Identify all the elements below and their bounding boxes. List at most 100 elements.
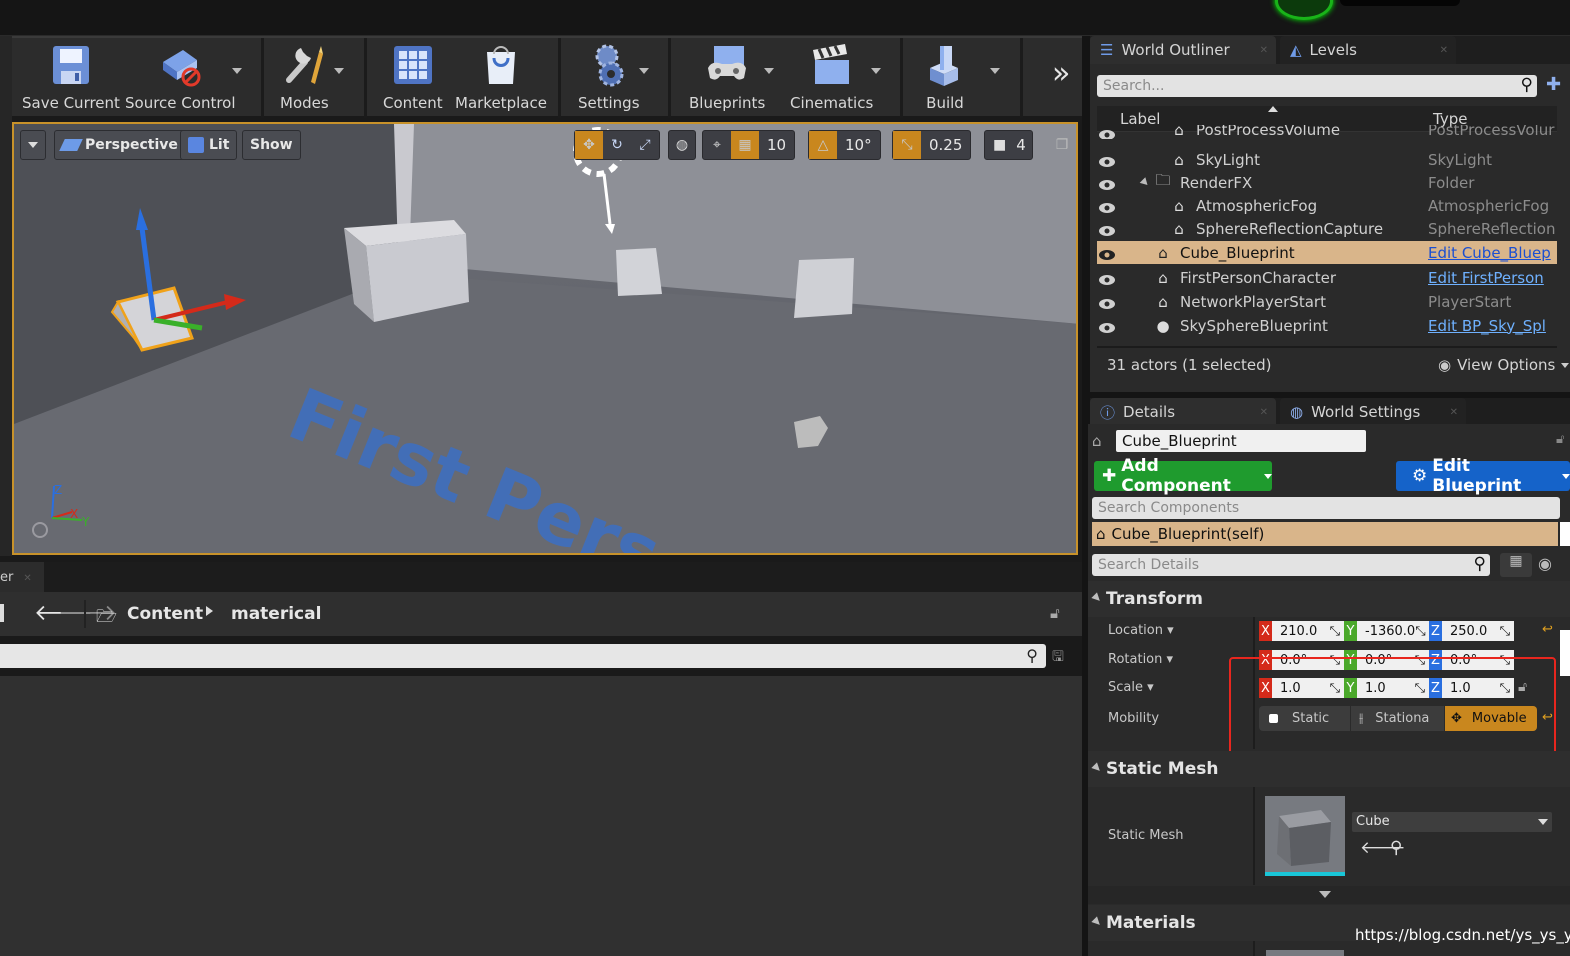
surface-snap-icon[interactable]: ⌖	[703, 137, 731, 153]
close-icon[interactable]: ✕	[1260, 45, 1268, 56]
visibility-eye-icon[interactable]	[1097, 320, 1117, 333]
scrollbar[interactable]	[1560, 522, 1570, 546]
breadcrumb-separator-icon[interactable]	[206, 606, 213, 616]
build-chevron-down-icon[interactable]	[990, 68, 1000, 74]
outliner-row[interactable]: ⌂ Cube_Blueprint Edit Cube_Bluep	[1097, 241, 1557, 264]
expand-icon[interactable]	[1139, 177, 1151, 188]
modes-chevron-down-icon[interactable]	[334, 68, 344, 74]
search-details-input[interactable]: Search Details ⚲	[1092, 554, 1490, 576]
content-browser-tab[interactable]: er ✕	[0, 562, 44, 592]
add-component-button[interactable]: ✚ Add Component	[1094, 456, 1272, 496]
scale-mode-icon[interactable]: ⤢	[631, 137, 659, 153]
browse-search-icon[interactable]: ⚲	[1390, 838, 1402, 858]
close-icon[interactable]: ✕	[23, 573, 31, 584]
settings-button[interactable]: Settings	[578, 42, 640, 114]
tab-details[interactable]: ⓘ Details ✕	[1090, 398, 1276, 426]
material-thumbnail[interactable]	[1266, 950, 1344, 956]
reset-to-default-icon[interactable]: ↩	[1542, 622, 1553, 637]
tab-world-settings[interactable]: ◍ World Settings ✕	[1280, 398, 1466, 426]
visibility-eye-icon[interactable]	[1097, 223, 1117, 236]
blueprints-chevron-down-icon[interactable]	[764, 68, 774, 74]
details-scrollbar-thumb[interactable]	[1560, 630, 1570, 676]
rotate-mode-icon[interactable]: ↻	[603, 137, 631, 153]
outliner-row[interactable]: ⌂ SphereReflectionCapture SphereReflection…	[1097, 217, 1557, 240]
visibility-eye-icon[interactable]	[1097, 200, 1117, 213]
property-matrix-icon[interactable]: ▦	[1500, 553, 1532, 577]
rotation-label[interactable]: Rotation ▾	[1108, 652, 1173, 667]
rotation-snap-value[interactable]: 10°	[837, 136, 880, 154]
outliner-row[interactable]: 🗀 RenderFX Folder	[1097, 171, 1557, 194]
edit-blueprint-link[interactable]: Edit Cube_Bluep	[1428, 244, 1555, 262]
visibility-eye-icon[interactable]	[1097, 296, 1117, 309]
scale-snap-icon[interactable]: ⤡	[893, 131, 921, 159]
outliner-row[interactable]: ● SkySphereBlueprint Edit BP_Sky_Spl	[1097, 314, 1557, 337]
cinematics-chevron-down-icon[interactable]	[871, 68, 881, 74]
edit-blueprint-link[interactable]: Edit BP_Sky_Spl	[1428, 317, 1555, 335]
source-control-chevron-down-icon[interactable]	[232, 68, 242, 74]
breadcrumb-content[interactable]: Content	[127, 604, 203, 624]
location-z[interactable]: Z 250.0 ⤡	[1429, 621, 1514, 641]
visibility-eye-icon[interactable]	[1097, 127, 1117, 139]
filter-icon[interactable]	[0, 604, 4, 622]
modes-button[interactable]: Modes	[280, 42, 329, 114]
scale-snap-value[interactable]: 0.25	[921, 136, 970, 154]
maximize-viewport-icon[interactable]: ❐	[1050, 130, 1074, 160]
world-local-icon[interactable]: ◍	[668, 130, 696, 160]
cinematics-button[interactable]: Cinematics	[790, 42, 873, 114]
visibility-eye-icon[interactable]	[1097, 247, 1117, 260]
level-viewport[interactable]: First Pers Z X Y Perspective Lit Show ✥ …	[12, 122, 1078, 555]
lock-icon[interactable]: 🔓︎	[1050, 604, 1060, 622]
lit-button[interactable]: Lit	[180, 130, 238, 160]
edit-blueprint-button[interactable]: ⚙ Edit Blueprint	[1396, 456, 1570, 496]
advanced-expander[interactable]	[1088, 886, 1570, 904]
breadcrumb-materical[interactable]: materical	[231, 604, 321, 624]
camera-speed-group[interactable]: ■ 4	[984, 130, 1033, 160]
save-current-button[interactable]: Save Current	[22, 42, 120, 114]
view-options-button[interactable]: ◉ View Options	[1438, 356, 1570, 374]
tab-world-outliner[interactable]: ☰ World Outliner ✕	[1090, 36, 1276, 64]
lock-icon[interactable]: 🔓︎	[1556, 432, 1564, 447]
transform-section[interactable]: Transform	[1088, 581, 1570, 617]
actor-name-field[interactable]: Cube_Blueprint	[1116, 430, 1366, 452]
viewport-options-button[interactable]	[20, 130, 46, 160]
perspective-button[interactable]: Perspective	[54, 130, 186, 160]
sort-ascending-icon[interactable]	[1268, 106, 1278, 112]
search-components-input[interactable]: Search Components	[1092, 497, 1560, 519]
visibility-eye-icon[interactable]	[1097, 272, 1117, 285]
add-actor-icon[interactable]: ✚	[1546, 74, 1561, 95]
build-button[interactable]: Build	[922, 42, 968, 114]
outliner-row[interactable]: ⌂ FirstPersonCharacter Edit FirstPerson	[1097, 266, 1557, 289]
static-mesh-picker[interactable]: Cube	[1352, 812, 1552, 832]
translate-mode-icon[interactable]: ✥	[575, 131, 603, 159]
settings-chevron-down-icon[interactable]	[639, 68, 649, 74]
outliner-row[interactable]: ⌂ SkyLight SkyLight	[1097, 148, 1557, 171]
rotation-snap-icon[interactable]: △	[809, 131, 837, 159]
content-search-input[interactable]: ⚲	[0, 644, 1046, 668]
grid-snap-value[interactable]: 10	[759, 136, 794, 154]
content-button[interactable]: Content	[383, 42, 443, 114]
location-x[interactable]: X 210.0 ⤡	[1259, 621, 1344, 641]
location-y[interactable]: Y -1360.0 ⤡	[1344, 621, 1429, 641]
grid-snap-icon[interactable]: ▦	[731, 131, 759, 159]
marketplace-button[interactable]: Marketplace	[455, 42, 547, 114]
save-all-icon[interactable]: 🖫	[1052, 646, 1064, 670]
close-icon[interactable]: ✕	[1260, 407, 1268, 418]
outliner-row[interactable]: ⌂ AtmosphericFog AtmosphericFog	[1097, 194, 1557, 217]
component-self-row[interactable]: ⌂ Cube_Blueprint(self)	[1092, 522, 1558, 546]
blueprints-button[interactable]: Blueprints	[689, 42, 765, 114]
visibility-eye-icon[interactable]	[1097, 177, 1117, 190]
eye-icon[interactable]: ◉	[1538, 554, 1552, 573]
visibility-eye-icon[interactable]	[1097, 154, 1117, 167]
outliner-row[interactable]: ⌂ NetworkPlayerStart PlayerStart	[1097, 290, 1557, 313]
static-mesh-section[interactable]: Static Mesh	[1088, 751, 1570, 787]
close-icon[interactable]: ✕	[1440, 45, 1448, 56]
show-button[interactable]: Show	[242, 130, 301, 160]
tab-levels[interactable]: ◭ Levels ✕	[1280, 36, 1456, 64]
content-browser-assets[interactable]	[0, 676, 1082, 956]
close-icon[interactable]: ✕	[1450, 407, 1458, 418]
edit-blueprint-link[interactable]: Edit FirstPerson	[1428, 269, 1555, 287]
source-control-button[interactable]: Source Control	[125, 42, 236, 114]
location-label[interactable]: Location ▾	[1108, 623, 1174, 638]
mesh-thumbnail[interactable]	[1265, 796, 1345, 876]
outliner-search-input[interactable]: Search... ⚲	[1097, 75, 1537, 97]
